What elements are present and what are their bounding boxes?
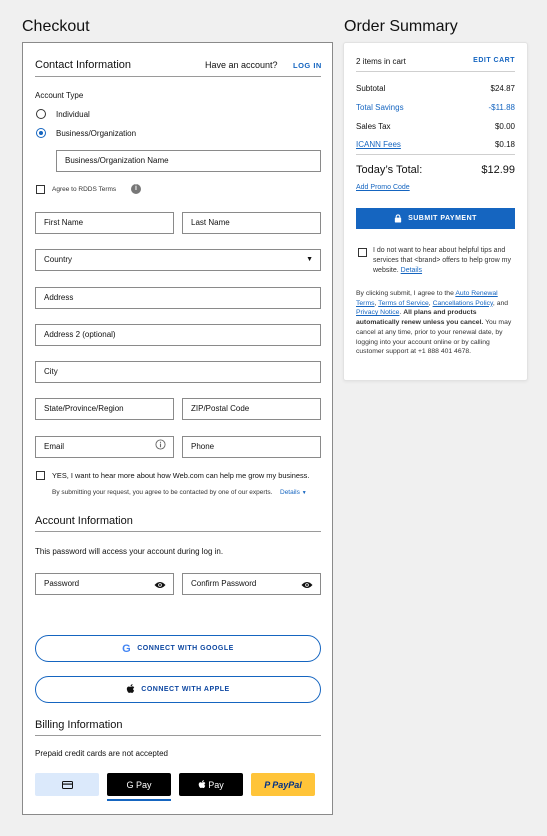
- savings-label: Total Savings: [356, 103, 404, 112]
- paypal-button[interactable]: P PayPal: [251, 773, 315, 796]
- details-link[interactable]: Details ▼: [280, 489, 307, 496]
- submit-payment-label: SUBMIT PAYMENT: [408, 215, 477, 222]
- connect-google-button[interactable]: G CONNECT WITH GOOGLE: [35, 635, 321, 662]
- terms-link[interactable]: Terms of Service: [378, 300, 429, 307]
- radio-business[interactable]: [36, 128, 46, 138]
- password-input[interactable]: Password: [35, 573, 174, 595]
- password-input-label: Password: [44, 579, 80, 588]
- subtotal-label: Subtotal: [356, 84, 386, 93]
- divider: [356, 71, 515, 72]
- marketing-label: YES, I want to hear more about how Web.c…: [52, 471, 310, 480]
- paypal-label: PayPal: [272, 779, 302, 790]
- last-name-input[interactable]: Last Name: [182, 212, 321, 234]
- address-input[interactable]: Address: [35, 287, 321, 309]
- login-link[interactable]: LOG IN: [293, 61, 322, 70]
- info-icon[interactable]: i: [131, 184, 141, 194]
- summary-row: ICANN Fees $0.18: [356, 140, 515, 149]
- paypal-icon: P: [264, 779, 271, 790]
- confirm-password-label: Confirm Password: [191, 579, 257, 588]
- radio-business-label: Business/Organization: [56, 129, 137, 138]
- selected-indicator: [107, 799, 171, 801]
- optout-details-link[interactable]: Details: [401, 267, 422, 274]
- google-icon: G: [122, 642, 132, 655]
- tax-value: $0.00: [494, 122, 515, 131]
- divider: [35, 531, 321, 532]
- submit-payment-button[interactable]: SUBMIT PAYMENT: [356, 208, 515, 229]
- google-pay-button[interactable]: G Pay: [107, 773, 171, 796]
- divider: [35, 76, 321, 77]
- tax-label: Sales Tax: [356, 122, 391, 131]
- have-account-text: Have an account?: [205, 60, 278, 70]
- confirm-password-input[interactable]: Confirm Password: [182, 573, 321, 595]
- rdds-label: Agree to RDDS Terms: [52, 186, 117, 193]
- city-input[interactable]: City: [35, 361, 321, 383]
- divider: [356, 154, 515, 155]
- billing-info-title: Billing Information: [35, 719, 123, 731]
- connect-apple-label: CONNECT WITH APPLE: [141, 686, 230, 693]
- apple-pay-label: Pay: [208, 779, 224, 790]
- account-info-title: Account Information: [35, 515, 133, 527]
- order-summary-panel: 2 items in cart EDIT CART Subtotal $24.8…: [343, 42, 528, 381]
- consent-text: By submitting your request, you agree to…: [52, 489, 273, 496]
- legal-text: By clicking submit, I agree to the Auto …: [356, 290, 512, 356]
- eye-icon[interactable]: [301, 574, 313, 594]
- total-label: Today’s Total:: [356, 164, 423, 176]
- summary-row: Total Savings -$11.88: [356, 103, 515, 112]
- optout-label: I do not want to hear about helpful tips…: [373, 247, 511, 274]
- cart-header: 2 items in cart EDIT CART: [356, 57, 515, 66]
- rdds-checkbox[interactable]: [36, 185, 45, 194]
- contact-info-title: Contact Information: [35, 59, 131, 71]
- apple-icon: [126, 683, 135, 696]
- savings-value: -$11.88: [488, 103, 515, 112]
- icann-value: $0.18: [494, 140, 515, 149]
- prepaid-note: Prepaid credit cards are not accepted: [35, 749, 168, 758]
- lock-icon: [394, 214, 402, 223]
- apple-icon: [198, 780, 206, 789]
- order-summary-heading: Order Summary: [344, 18, 458, 35]
- email-input-label: Email: [44, 442, 65, 451]
- optout-checkbox[interactable]: [358, 248, 367, 257]
- cancellation-link[interactable]: Cancellations Policy: [433, 300, 493, 307]
- account-type-label: Account Type: [35, 91, 84, 100]
- summary-row: Subtotal $24.87: [356, 84, 515, 93]
- country-select[interactable]: Country ▼: [35, 249, 321, 271]
- connect-apple-button[interactable]: CONNECT WITH APPLE: [35, 676, 321, 703]
- items-in-cart: 2 items in cart: [356, 57, 406, 66]
- legal-prefix: By clicking submit, I agree to the: [356, 290, 454, 297]
- email-input[interactable]: Email: [35, 436, 174, 458]
- first-name-input[interactable]: First Name: [35, 212, 174, 234]
- address2-input[interactable]: Address 2 (optional): [35, 324, 321, 346]
- subtotal-value: $24.87: [490, 84, 515, 93]
- info-circle-icon[interactable]: [155, 437, 166, 457]
- radio-individual[interactable]: [36, 109, 46, 119]
- total-row: Today’s Total: $12.99: [356, 164, 515, 176]
- promo-code-link[interactable]: Add Promo Code: [356, 184, 410, 191]
- phone-input[interactable]: Phone: [182, 436, 321, 458]
- details-link-label: Details: [280, 489, 300, 496]
- privacy-link[interactable]: Privacy Notice: [356, 309, 399, 316]
- zip-input[interactable]: ZIP/Postal Code: [182, 398, 321, 420]
- country-select-label: Country: [44, 255, 73, 264]
- connect-google-label: CONNECT WITH GOOGLE: [137, 645, 234, 652]
- chevron-down-icon: ▼: [301, 490, 307, 496]
- password-description: This password will access your account d…: [35, 547, 224, 556]
- state-input[interactable]: State/Province/Region: [35, 398, 174, 420]
- divider: [35, 735, 321, 736]
- checkout-panel: Contact Information Have an account? LOG…: [22, 42, 333, 815]
- radio-individual-label: Individual: [56, 110, 90, 119]
- legal-and: and: [496, 299, 509, 307]
- credit-card-icon: [61, 780, 73, 789]
- optout-text: I do not want to hear about helpful tips…: [373, 246, 518, 276]
- credit-card-button[interactable]: [35, 773, 99, 796]
- caret-down-icon: ▼: [306, 256, 313, 263]
- eye-icon[interactable]: [154, 574, 166, 594]
- icann-fees-link[interactable]: ICANN Fees: [356, 140, 401, 149]
- marketing-checkbox[interactable]: [36, 471, 45, 480]
- checkout-heading: Checkout: [22, 18, 90, 35]
- edit-cart-link[interactable]: EDIT CART: [473, 57, 515, 66]
- total-value: $12.99: [481, 164, 515, 176]
- summary-row: Sales Tax $0.00: [356, 122, 515, 131]
- business-name-input[interactable]: Business/Organization Name: [56, 150, 321, 172]
- apple-pay-button[interactable]: Pay: [179, 773, 243, 796]
